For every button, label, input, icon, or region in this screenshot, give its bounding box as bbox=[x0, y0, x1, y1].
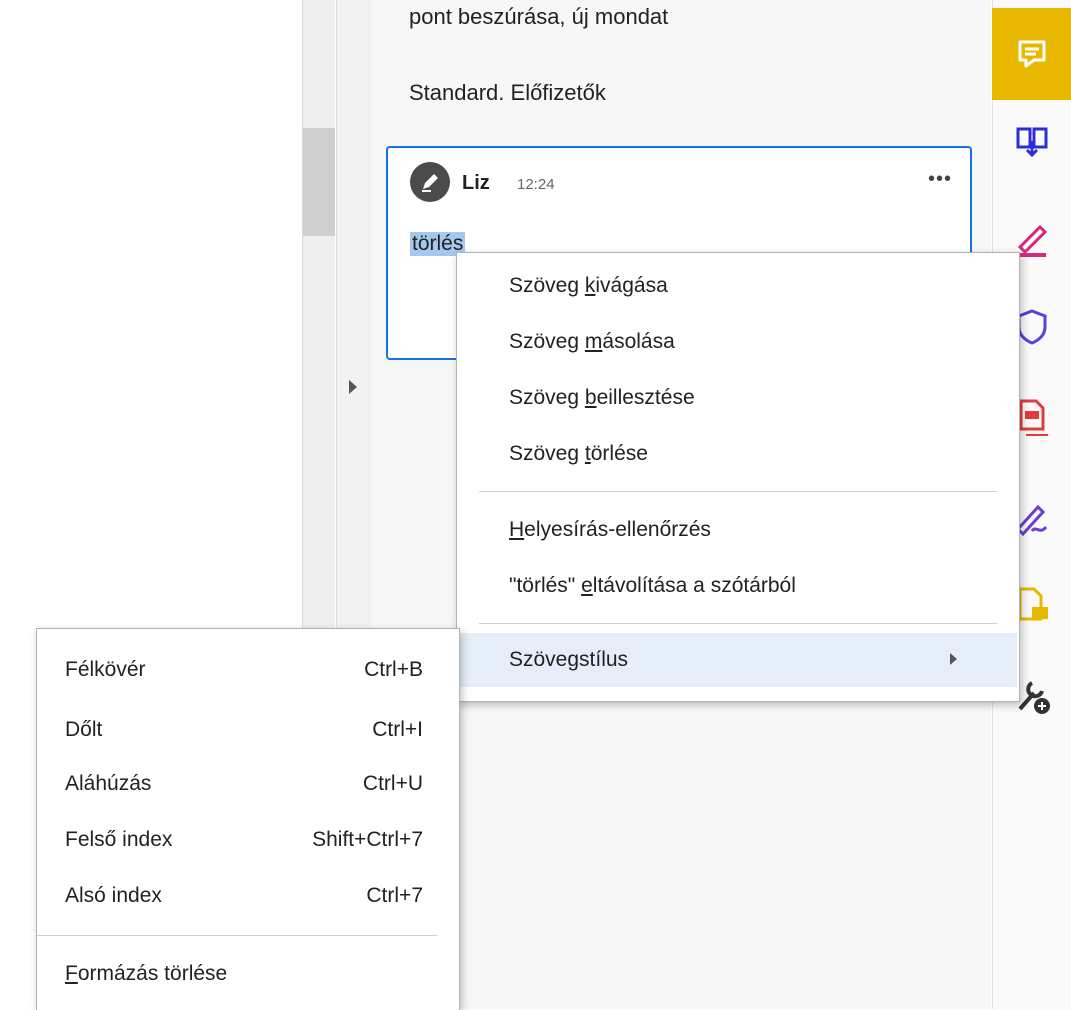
submenu-item-clear-formatting[interactable]: Formázás törlése bbox=[37, 947, 459, 1001]
submenu-arrow-icon bbox=[950, 653, 957, 665]
menu-separator bbox=[37, 935, 437, 936]
menu-item-paste-text[interactable]: Szöveg beillesztése bbox=[457, 371, 1019, 425]
expand-arrow-icon[interactable] bbox=[344, 376, 362, 398]
comment-text-line: pont beszúrása, új mondat bbox=[409, 4, 669, 29]
scrollbar-thumb[interactable] bbox=[303, 128, 335, 236]
avatar bbox=[410, 162, 450, 202]
menu-item-delete-text[interactable]: Szöveg törlése bbox=[457, 427, 1019, 481]
organize-pages-icon bbox=[1016, 127, 1047, 158]
comment-time: 12:24 bbox=[517, 176, 555, 193]
menu-separator bbox=[479, 623, 997, 624]
menu-separator bbox=[479, 491, 997, 492]
menu-item-cut-text[interactable]: Szöveg kivágása bbox=[457, 259, 1019, 313]
context-menu: Szöveg kivágása Szöveg másolása Szöveg b… bbox=[456, 252, 1020, 702]
pen-icon bbox=[422, 174, 438, 192]
tool-organize-pages[interactable] bbox=[992, 112, 1071, 166]
menu-item-remove-from-dictionary[interactable]: "törlés" eltávolítása a szótárból bbox=[457, 559, 1019, 613]
comment-author: Liz bbox=[462, 172, 490, 194]
submenu-item-italic[interactable]: Dőlt Ctrl+I bbox=[37, 703, 459, 757]
submenu-item-superscript[interactable]: Felső index Shift+Ctrl+7 bbox=[37, 813, 459, 867]
text-style-submenu: Félkövér Ctrl+B Dőlt Ctrl+I Aláhúzás Ctr… bbox=[36, 628, 460, 1010]
submenu-item-underline[interactable]: Aláhúzás Ctrl+U bbox=[37, 757, 459, 811]
more-options-icon[interactable]: ••• bbox=[928, 168, 952, 191]
comment-text-line: Standard. Előfizetők bbox=[409, 80, 606, 105]
menu-item-text-style[interactable]: Szövegstílus bbox=[459, 633, 1017, 687]
menu-item-spellcheck[interactable]: Helyesírás-ellenőrzés bbox=[457, 503, 1019, 557]
tool-comment[interactable] bbox=[992, 8, 1071, 100]
comment-icon bbox=[1018, 40, 1045, 68]
submenu-item-subscript[interactable]: Alsó index Ctrl+7 bbox=[37, 869, 459, 923]
menu-item-copy-text[interactable]: Szöveg másolása bbox=[457, 315, 1019, 369]
submenu-item-bold[interactable]: Félkövér Ctrl+B bbox=[37, 643, 459, 697]
